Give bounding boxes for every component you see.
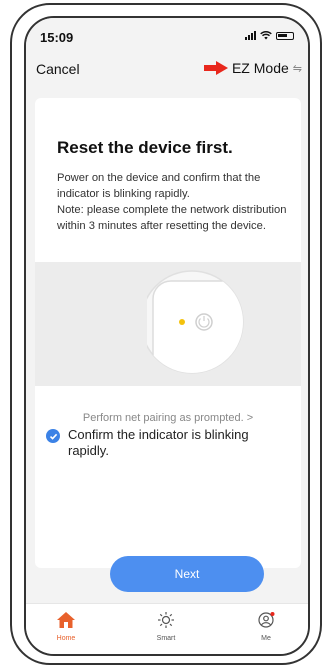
status-icons	[245, 31, 294, 40]
sun-icon	[158, 612, 174, 628]
confirm-label: Confirm the indicator is blinking rapidl…	[68, 427, 249, 458]
mode-switch[interactable]: EZ Mode ⇋	[203, 60, 302, 76]
tab-smart[interactable]: Smart	[136, 612, 196, 642]
swap-icon: ⇋	[292, 62, 302, 75]
home-icon	[57, 612, 75, 628]
signal-icon	[245, 31, 256, 40]
status-time: 15:09	[40, 30, 74, 45]
tab-me[interactable]: Me	[236, 612, 296, 642]
phone-screen: 15:09 Cancel EZ Mode ⇋ Reset the device …	[24, 16, 310, 656]
instructions-text: Power on the device and confirm that the…	[57, 172, 287, 232]
status-bar: 15:09	[26, 18, 308, 52]
device-icon	[147, 270, 244, 374]
confirm-checkbox-row[interactable]: Confirm the indicator is blinking rapidl…	[46, 427, 273, 459]
tab-smart-label: Smart	[156, 635, 176, 642]
content-card: Reset the device first. Power on the dev…	[35, 98, 301, 568]
indicator-light	[179, 319, 185, 325]
header: Cancel EZ Mode ⇋	[26, 52, 308, 92]
battery-icon	[276, 31, 294, 40]
checkmark-icon[interactable]	[46, 429, 60, 443]
tab-home-label: Home	[56, 635, 76, 642]
page-title: Reset the device first.	[57, 138, 233, 157]
tab-bar: Home Smart Me	[26, 603, 308, 654]
pairing-link[interactable]: Perform net pairing as prompted. >	[35, 412, 301, 424]
profile-icon	[258, 612, 275, 628]
notification-dot	[270, 612, 275, 616]
next-button[interactable]: Next	[110, 556, 264, 592]
device-illustration	[35, 262, 301, 386]
tab-me-label: Me	[261, 635, 271, 642]
tab-home[interactable]: Home	[36, 612, 96, 642]
wifi-icon	[260, 31, 272, 40]
red-arrow-icon	[203, 61, 228, 75]
cancel-button[interactable]: Cancel	[36, 61, 80, 77]
ez-mode-label: EZ Mode	[231, 60, 289, 76]
